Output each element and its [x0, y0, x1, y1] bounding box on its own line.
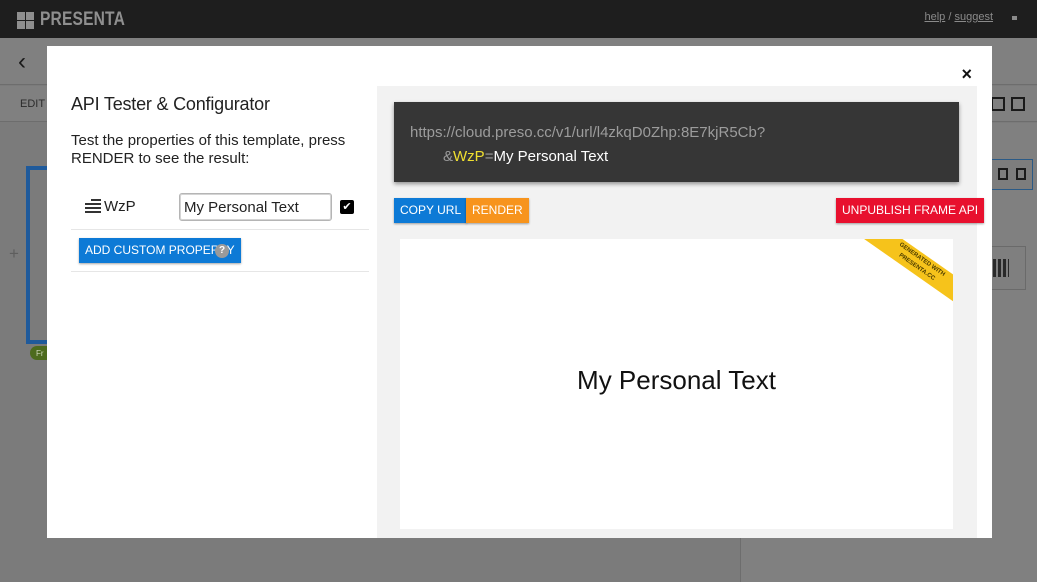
- config-pane: API Tester & Configurator Test the prope…: [71, 46, 371, 538]
- api-tester-modal: × API Tester & Configurator Test the pro…: [47, 46, 992, 538]
- modal-title: API Tester & Configurator: [71, 94, 270, 114]
- property-row: WzP ✔: [71, 184, 369, 230]
- add-frame-icon[interactable]: +: [9, 244, 19, 264]
- qr-code-box[interactable]: [991, 246, 1026, 290]
- url-query: &WzP=My Personal Text: [410, 145, 943, 169]
- user-menu-icon[interactable]: [1012, 16, 1017, 20]
- generated-with-ribbon: GENERATED WITH PRESENTA.CC: [863, 239, 953, 308]
- render-button[interactable]: RENDER: [466, 198, 529, 223]
- property-value-input[interactable]: [179, 193, 332, 221]
- render-preview: GENERATED WITH PRESENTA.CC My Personal T…: [400, 239, 953, 529]
- layout-icons: [991, 97, 1025, 111]
- url-amp: &: [443, 148, 454, 165]
- presenta-logo[interactable]: PRESENTA: [17, 9, 144, 31]
- close-icon[interactable]: ×: [961, 65, 972, 83]
- url-param-key: WzP: [453, 148, 485, 165]
- suggest-link[interactable]: suggest: [954, 11, 993, 23]
- links-separator: /: [948, 11, 952, 23]
- back-arrow-icon[interactable]: ‹: [18, 50, 26, 74]
- help-link[interactable]: help: [924, 11, 945, 23]
- qr-code-icon: [993, 259, 1009, 277]
- property-enabled-checkbox[interactable]: ✔: [340, 200, 354, 214]
- custom-property-row: ADD CUSTOM PROPERTY ?: [71, 230, 369, 272]
- api-url-box[interactable]: https://cloud.preso.cc/v1/url/l4zkqD0Zhp…: [394, 102, 959, 182]
- frame-actions: [991, 159, 1033, 190]
- duplicate-icon[interactable]: [1016, 168, 1026, 180]
- logo-text: PRESENTA: [40, 9, 125, 30]
- frame-thumbnail[interactable]: [26, 166, 48, 344]
- modal-description: Test the properties of this template, pr…: [71, 132, 346, 167]
- top-app-bar: PRESENTA help / suggest: [0, 0, 1037, 38]
- logo-grid-icon: [17, 11, 34, 29]
- url-base: https://cloud.preso.cc/v1/url/l4zkqD0Zhp…: [410, 124, 766, 141]
- preview-text: My Personal Text: [577, 365, 776, 395]
- unpublish-frame-api-button[interactable]: UNPUBLISH FRAME API: [836, 198, 985, 223]
- property-name: WzP: [104, 198, 136, 215]
- trash-icon[interactable]: [998, 168, 1008, 180]
- layout-single-icon[interactable]: [1011, 97, 1025, 111]
- top-links: help / suggest: [924, 11, 993, 23]
- layout-grid-icon[interactable]: [991, 97, 1005, 111]
- copy-url-button[interactable]: COPY URL: [394, 198, 468, 223]
- frame-badge: Fr: [30, 346, 48, 360]
- text-lines-icon: [83, 199, 101, 213]
- url-param-value: My Personal Text: [493, 148, 609, 165]
- help-icon[interactable]: ?: [215, 244, 229, 258]
- render-pane: https://cloud.preso.cc/v1/url/l4zkqD0Zhp…: [377, 86, 985, 538]
